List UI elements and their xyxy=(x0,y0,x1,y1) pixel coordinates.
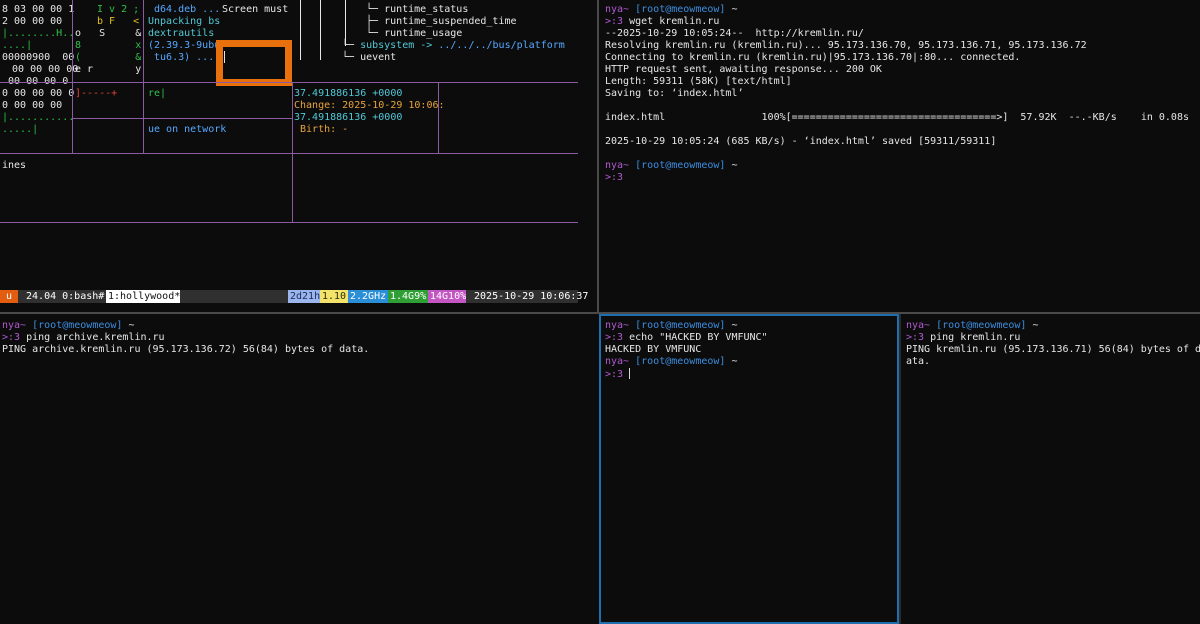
divider xyxy=(0,153,578,154)
output-line: ata. xyxy=(906,356,931,367)
text-cursor xyxy=(224,51,225,63)
divider xyxy=(72,118,292,119)
pane-ping-kremlin[interactable]: nya~ [root@meowmeow] ~ >:3 ping kremlin.… xyxy=(901,314,1200,624)
divider xyxy=(0,222,578,223)
output-line: PING archive.kremlin.ru (95.173.136.72) … xyxy=(2,344,370,355)
hex-line: 0 00 00 00 0 xyxy=(2,88,75,99)
ascii-line: 8 x xyxy=(75,40,142,51)
prompt-line: nya~ [root@meowmeow] ~ xyxy=(605,320,738,331)
command-line: >:3 ping kremlin.ru xyxy=(906,332,1021,343)
command-line: >:3 echo "HACKED BY VMFUNC" xyxy=(605,332,768,343)
prompt-line: nya~ [root@meowmeow] ~ xyxy=(2,320,135,331)
hex-line: |........... xyxy=(2,112,75,123)
stat-line: 37.491886136 +0000 xyxy=(294,88,403,99)
arrow-line: ]-----+ xyxy=(75,88,118,99)
tree-vline xyxy=(320,0,321,60)
hex-line: ....| xyxy=(2,40,33,51)
load-badge: 1.10 xyxy=(320,290,349,303)
hex-line: .....| xyxy=(2,124,39,135)
ines-text: ines xyxy=(2,160,27,171)
stat-line: Change: 2025-10-29 10:06: xyxy=(294,100,445,111)
tree-vline xyxy=(300,0,301,60)
ascii-line: b F < xyxy=(97,16,140,27)
ascii-line: o S & xyxy=(75,28,142,39)
output-line: Length: 59311 (58K) [text/html] xyxy=(605,76,792,87)
tree-item-uevent: └─ uevent xyxy=(342,52,397,63)
ascii-line: ( & xyxy=(75,52,142,63)
output-line: Resolving kremlin.ru (kremlin.ru)... 95.… xyxy=(605,40,1087,51)
tree-item: ├─ runtime_suspended_time xyxy=(366,16,517,27)
status-fill xyxy=(180,290,288,303)
pane-wget[interactable]: nya~ [root@meowmeow] ~ >:3 wget kremlin.… xyxy=(600,0,1200,312)
output-line: --2025-10-29 10:05:24-- http://kremlin.r… xyxy=(605,28,864,39)
pane-echo-active[interactable]: nya~ [root@meowmeow] ~ >:3 echo "HACKED … xyxy=(599,314,899,624)
pane-separator xyxy=(597,0,599,312)
dpkg-line: tu6.3) ... xyxy=(148,52,215,63)
window-tab-hollywood[interactable]: 1:hollywood* xyxy=(106,290,183,303)
dpkg-line: (2.39.3-9ubu xyxy=(148,40,221,51)
dpkg-line: dextrautils xyxy=(148,28,215,39)
prompt-line: nya~ [root@meowmeow] ~ xyxy=(605,4,738,15)
swap-badge: 14G10% xyxy=(428,290,469,303)
network-text: ue on network xyxy=(148,124,227,135)
output-line: Saving to: ‘index.html’ xyxy=(605,88,744,99)
divider xyxy=(0,82,578,83)
re-text: re| xyxy=(148,88,167,99)
ascii-line: I v 2 ; xyxy=(97,4,140,15)
mem-badge: 1.4G9% xyxy=(388,290,429,303)
hex-line: 00000900 00 xyxy=(2,52,75,63)
hex-line: 2 00 00 00 xyxy=(2,16,63,27)
output-line: Connecting to kremlin.ru (kremlin.ru)|95… xyxy=(605,52,1021,63)
status-left: 24.04 0:bash#- xyxy=(18,290,119,303)
session-badge[interactable]: u xyxy=(0,290,19,303)
stat-line: Birth: - xyxy=(294,124,349,135)
pane-hollywood[interactable]: 8 03 00 00 1 2 00 00 00 |........H.. ...… xyxy=(0,0,596,312)
tree-item: └─ runtime_usage xyxy=(366,28,463,39)
uptime-badge: 2d21h xyxy=(288,290,323,303)
hex-line: 0 00 00 00 xyxy=(2,100,63,111)
datetime-badge: 2025-10-29 10:06:37 xyxy=(466,290,589,303)
ascii-line: e r y xyxy=(75,64,142,75)
command-line: >:3 wget kremlin.ru xyxy=(605,16,720,27)
hex-line: |........H.. xyxy=(2,28,75,39)
output-line: PING kremlin.ru (95.173.136.71) 56(84) b… xyxy=(906,344,1200,355)
divider xyxy=(72,0,73,153)
output-line: HACKED BY VMFUNC xyxy=(605,344,702,355)
output-line: 2025-10-29 10:05:24 (685 KB/s) - ‘index.… xyxy=(605,136,997,147)
cpu-badge: 2.2GHz xyxy=(348,290,389,303)
tree-vline xyxy=(345,0,346,46)
input-line[interactable]: >:3 xyxy=(605,368,631,381)
prompt-line: nya~ [root@meowmeow] ~ xyxy=(605,160,738,171)
highlight-box xyxy=(216,40,292,86)
tree-item: └─ runtime_status xyxy=(366,4,469,15)
progress-line: index.html 100%[========================… xyxy=(605,112,1189,123)
hex-line: 00 00 00 00 xyxy=(0,64,79,75)
stat-line: 37.491886136 +0000 xyxy=(294,112,403,123)
divider xyxy=(143,0,144,153)
command-line: >:3 ping archive.kremlin.ru xyxy=(2,332,165,343)
prompt-line: nya~ [root@meowmeow] ~ xyxy=(906,320,1039,331)
output-line: HTTP request sent, awaiting response... … xyxy=(605,64,882,75)
dpkg-line: d64.deb ... xyxy=(154,4,221,15)
dpkg-line: Unpacking bs xyxy=(148,16,221,27)
divider xyxy=(438,82,439,153)
terminal-cursor xyxy=(629,368,631,379)
tree-item-subsystem: └─ subsystem -> ../../../bus/platform xyxy=(342,40,565,51)
pane-ping-archive[interactable]: nya~ [root@meowmeow] ~ >:3 ping archive.… xyxy=(0,314,597,624)
screen-must-text: Screen must xyxy=(222,4,289,15)
prompt-line: nya~ [root@meowmeow] ~ xyxy=(605,356,738,367)
prompt-symbol: >:3 xyxy=(605,172,624,183)
hex-line: 8 03 00 00 1 xyxy=(2,4,75,15)
